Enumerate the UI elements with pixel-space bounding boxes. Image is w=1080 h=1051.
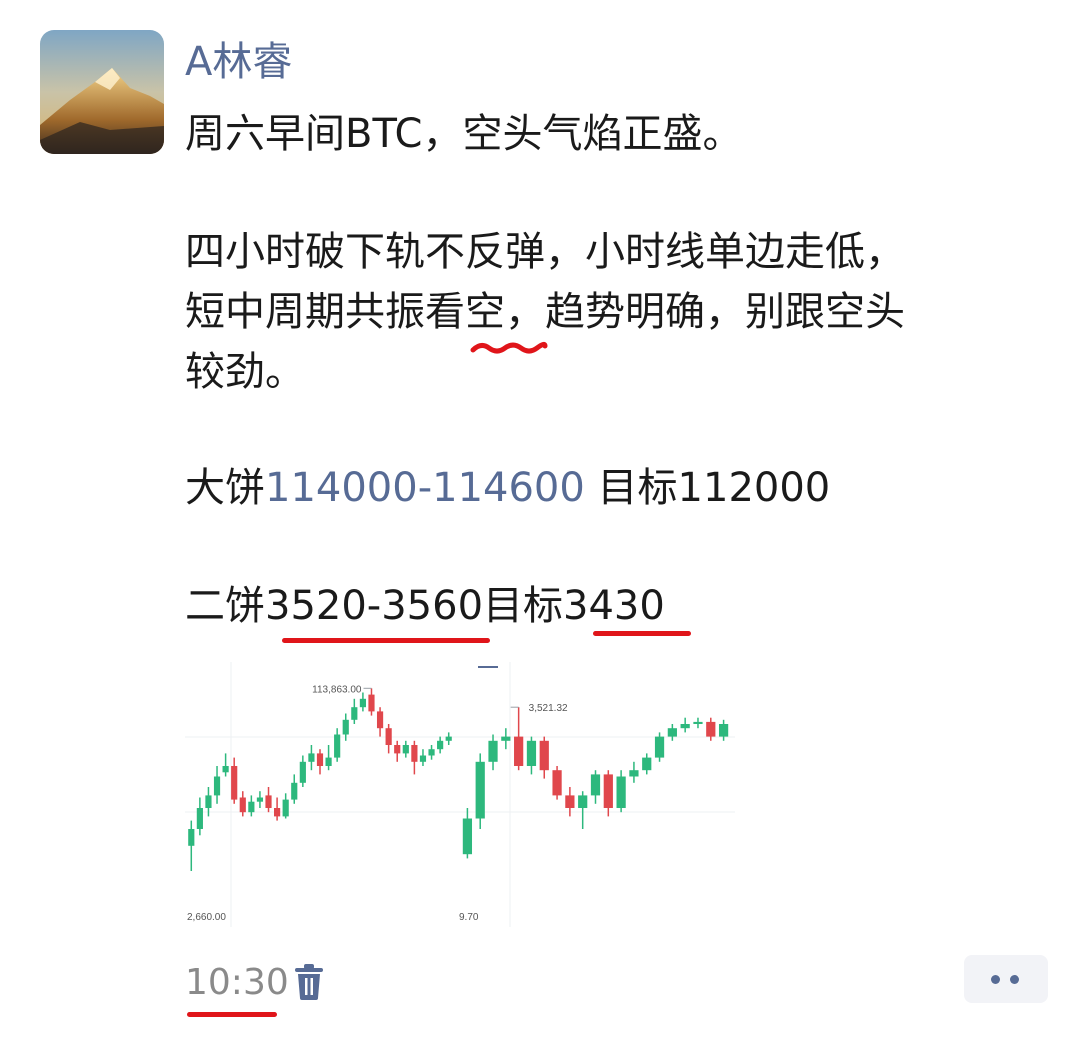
candle [718, 724, 729, 737]
candle [222, 766, 229, 773]
username[interactable]: A林睿 [185, 36, 292, 88]
more-button[interactable] [964, 955, 1048, 1003]
btc-label: 大饼 [185, 465, 265, 511]
chart-high-label: 113,863.00 [312, 684, 362, 695]
candle [213, 776, 221, 796]
candle [265, 795, 272, 808]
underline-mark [593, 631, 691, 636]
post-time: 10:30 [185, 962, 289, 1003]
wavy-underline-mark [470, 341, 548, 354]
chart-low-label: 2,660.00 [187, 912, 226, 923]
chart-image[interactable]: 113,863.00 2,660.00 3,521.32 9.70 [185, 662, 735, 927]
candle [334, 734, 341, 758]
candle [667, 728, 677, 737]
post-line-2: 四小时破下轨不反弹，小时线单边走低， [185, 229, 905, 275]
post-line-3: 短中周期共振看空，趋势明确，别跟空头 [185, 289, 905, 335]
candle [376, 711, 384, 729]
candle [428, 749, 435, 756]
post-line-5: 大饼114000-114600 目标112000 [185, 462, 830, 514]
btc-target: 目标112000 [584, 465, 831, 511]
candle [368, 694, 375, 712]
post-line-6: 二饼3520-3560目标3430 [185, 580, 665, 632]
btc-range-link[interactable]: 114000-114600 [265, 465, 585, 511]
candle [248, 801, 255, 813]
candle [706, 721, 716, 737]
candle [680, 724, 690, 729]
post-line-1: 周六早间BTC，空头气焰正盛。 [185, 111, 743, 157]
candle [342, 719, 349, 735]
candle [411, 745, 418, 762]
underline-mark [282, 638, 490, 643]
underline-mark [187, 1012, 277, 1017]
candle [578, 795, 588, 808]
avatar[interactable] [40, 30, 164, 154]
eth-range: 3520-3560 [265, 583, 484, 629]
candle [539, 740, 549, 771]
candle [291, 782, 298, 800]
eth-target-label: 目标 [483, 583, 564, 629]
candle [385, 728, 392, 745]
candle [565, 795, 575, 808]
candle [359, 698, 366, 708]
candle [282, 799, 289, 817]
candle [445, 736, 452, 741]
candlestick-charts: 113,863.00 2,660.00 3,521.32 9.70 [185, 662, 735, 927]
candle [402, 745, 409, 754]
candle [501, 736, 511, 741]
chart-low-label: 9.70 [459, 912, 479, 923]
trash-icon[interactable] [293, 963, 325, 1001]
candle [475, 761, 485, 819]
candle [654, 736, 665, 758]
candle [437, 740, 444, 750]
chart-high-label: 3,521.32 [529, 703, 568, 714]
candle [419, 755, 427, 762]
candle [316, 753, 324, 766]
candle [325, 757, 332, 766]
candle [196, 808, 203, 829]
candle [231, 766, 238, 800]
eth-target: 3430 [563, 583, 665, 629]
candle [642, 757, 652, 771]
more-dots-icon [991, 975, 1000, 984]
candle [188, 829, 195, 846]
candle [308, 753, 315, 762]
candle [629, 770, 639, 777]
candle [552, 770, 562, 796]
candle [488, 740, 498, 762]
candle [205, 795, 212, 808]
candle [590, 774, 601, 796]
eth-label: 二饼 [185, 583, 265, 629]
candle [603, 774, 613, 808]
candle [351, 707, 358, 720]
candle [462, 818, 473, 855]
candle [526, 740, 537, 766]
more-dots-icon [1010, 975, 1019, 984]
candle [256, 797, 264, 802]
candle [616, 776, 626, 808]
chart-marker [478, 666, 498, 668]
candle [239, 797, 246, 813]
candle [274, 808, 281, 817]
candle [693, 721, 703, 724]
candle [394, 745, 401, 754]
post-line-4: 较劲。 [185, 349, 305, 395]
candle [299, 761, 306, 783]
candle [514, 736, 524, 766]
avatar-mountain-image [40, 30, 164, 154]
